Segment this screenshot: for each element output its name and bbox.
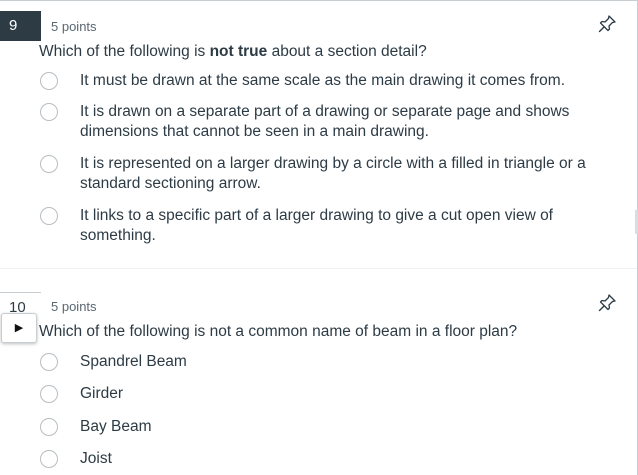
question-divider — [0, 268, 637, 269]
question-text: Which of the following is not true about… — [39, 43, 427, 61]
question-text-part: Which of the following is — [39, 43, 210, 60]
pin-icon[interactable] — [598, 15, 616, 33]
question-number-badge: 9 — [0, 11, 41, 41]
radio-button[interactable] — [40, 72, 58, 90]
answer-label: It links to a specific part of a larger … — [80, 207, 553, 244]
radio-button[interactable] — [40, 385, 58, 403]
answer-label: Girder — [80, 385, 124, 402]
answer-label: It is drawn on a separate part of a draw… — [80, 103, 570, 140]
question-text-part: about a section detail? — [267, 43, 427, 60]
radio-button[interactable] — [40, 418, 58, 436]
answer-label: Joist — [80, 450, 112, 467]
answer-label: It must be drawn at the same scale as th… — [80, 72, 566, 89]
question-points: 5 points — [51, 19, 97, 34]
question-text: Which of the following is not a common n… — [39, 323, 518, 340]
answer-label: Spandrel Beam — [80, 353, 187, 370]
play-triangle-icon: ▶ — [14, 322, 24, 334]
radio-button[interactable] — [40, 353, 58, 371]
expand-button[interactable]: ▶ — [1, 313, 37, 343]
question-text-emphasis: not true — [209, 43, 268, 60]
pin-icon[interactable] — [598, 294, 616, 312]
answer-label: Bay Beam — [80, 418, 152, 435]
radio-button[interactable] — [40, 450, 58, 468]
question-points: 5 points — [51, 299, 97, 314]
top-border — [0, 0, 638, 1]
radio-button[interactable] — [40, 103, 58, 121]
radio-button[interactable] — [40, 207, 58, 225]
answer-label: It is represented on a larger drawing by… — [80, 155, 586, 192]
radio-button[interactable] — [40, 155, 58, 173]
